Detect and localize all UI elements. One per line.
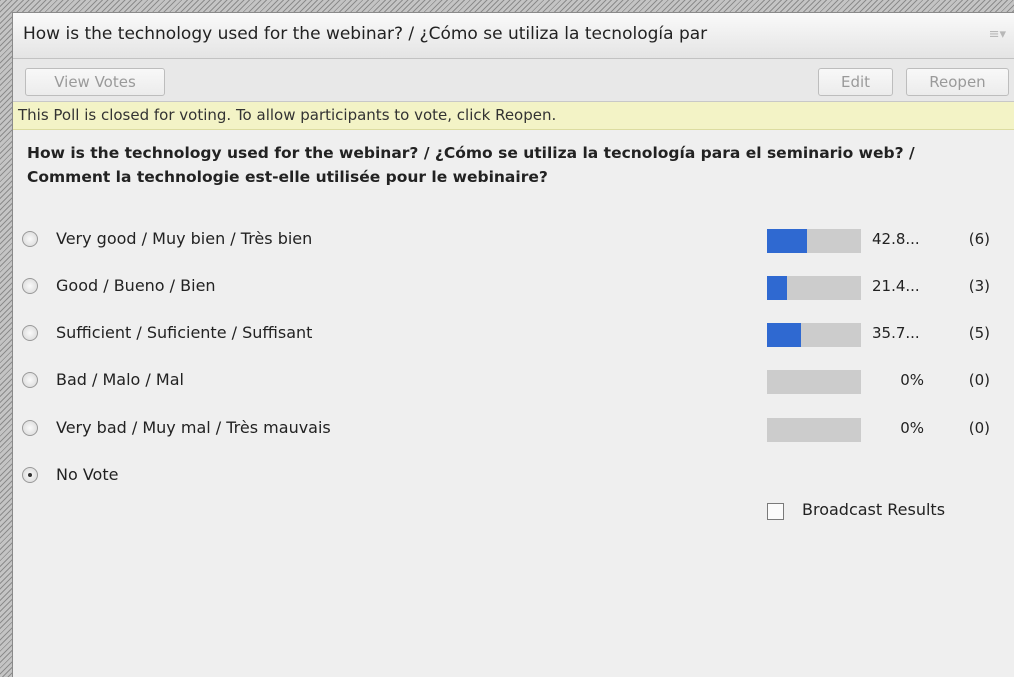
radio-button-selected[interactable]	[22, 467, 38, 483]
poll-option-very-good[interactable]: Very good / Muy bien / Très bien 42.8...…	[22, 229, 997, 253]
poll-title: How is the technology used for the webin…	[23, 24, 708, 44]
result-bar	[767, 323, 861, 347]
poll-titlebar: How is the technology used for the webin…	[13, 13, 1014, 59]
result-bar-fill	[767, 276, 788, 300]
radio-button[interactable]	[22, 420, 38, 436]
view-votes-button[interactable]: View Votes	[25, 68, 165, 96]
result-count: (0)	[968, 371, 990, 389]
result-bar	[767, 370, 861, 394]
result-bar	[767, 229, 861, 253]
menu-icon[interactable]: ≡▾	[989, 27, 1006, 42]
edit-button[interactable]: Edit	[818, 68, 893, 96]
result-count: (5)	[968, 324, 990, 342]
result-percent: 0%	[900, 371, 924, 389]
result-bar-fill	[767, 323, 801, 347]
radio-button[interactable]	[22, 231, 38, 247]
option-label: No Vote	[56, 465, 119, 484]
result-count: (3)	[968, 277, 990, 295]
poll-question: How is the technology used for the webin…	[27, 144, 915, 186]
option-label: Very bad / Muy mal / Très mauvais	[56, 418, 331, 437]
result-percent: 35.7...	[872, 324, 920, 342]
option-label: Sufficient / Suficiente / Suffisant	[56, 323, 313, 342]
poll-option-very-bad[interactable]: Very bad / Muy mal / Très mauvais 0% (0)	[22, 418, 997, 442]
poll-option-bad[interactable]: Bad / Malo / Mal 0% (0)	[22, 370, 997, 394]
radio-button[interactable]	[22, 372, 38, 388]
result-bar	[767, 418, 861, 442]
result-count: (6)	[968, 230, 990, 248]
result-bar	[767, 276, 861, 300]
radio-button[interactable]	[22, 325, 38, 341]
result-bar-fill	[767, 229, 808, 253]
poll-option-good[interactable]: Good / Bueno / Bien 21.4... (3)	[22, 276, 997, 300]
option-label: Very good / Muy bien / Très bien	[56, 229, 313, 248]
poll-option-sufficient[interactable]: Sufficient / Suficiente / Suffisant 35.7…	[22, 323, 997, 347]
poll-closed-notice: This Poll is closed for voting. To allow…	[13, 102, 1014, 130]
poll-toolbar: View Votes Edit Reopen	[13, 59, 1014, 102]
result-percent: 0%	[900, 419, 924, 437]
poll-option-no-vote[interactable]: No Vote	[22, 465, 997, 489]
result-count: (0)	[968, 419, 990, 437]
option-label: Bad / Malo / Mal	[56, 370, 184, 389]
option-label: Good / Bueno / Bien	[56, 276, 216, 295]
result-percent: 21.4...	[872, 277, 920, 295]
result-percent: 42.8...	[872, 230, 920, 248]
broadcast-results-label: Broadcast Results	[802, 500, 946, 519]
radio-button[interactable]	[22, 278, 38, 294]
reopen-button[interactable]: Reopen	[906, 68, 1009, 96]
broadcast-results-checkbox[interactable]	[767, 503, 784, 520]
